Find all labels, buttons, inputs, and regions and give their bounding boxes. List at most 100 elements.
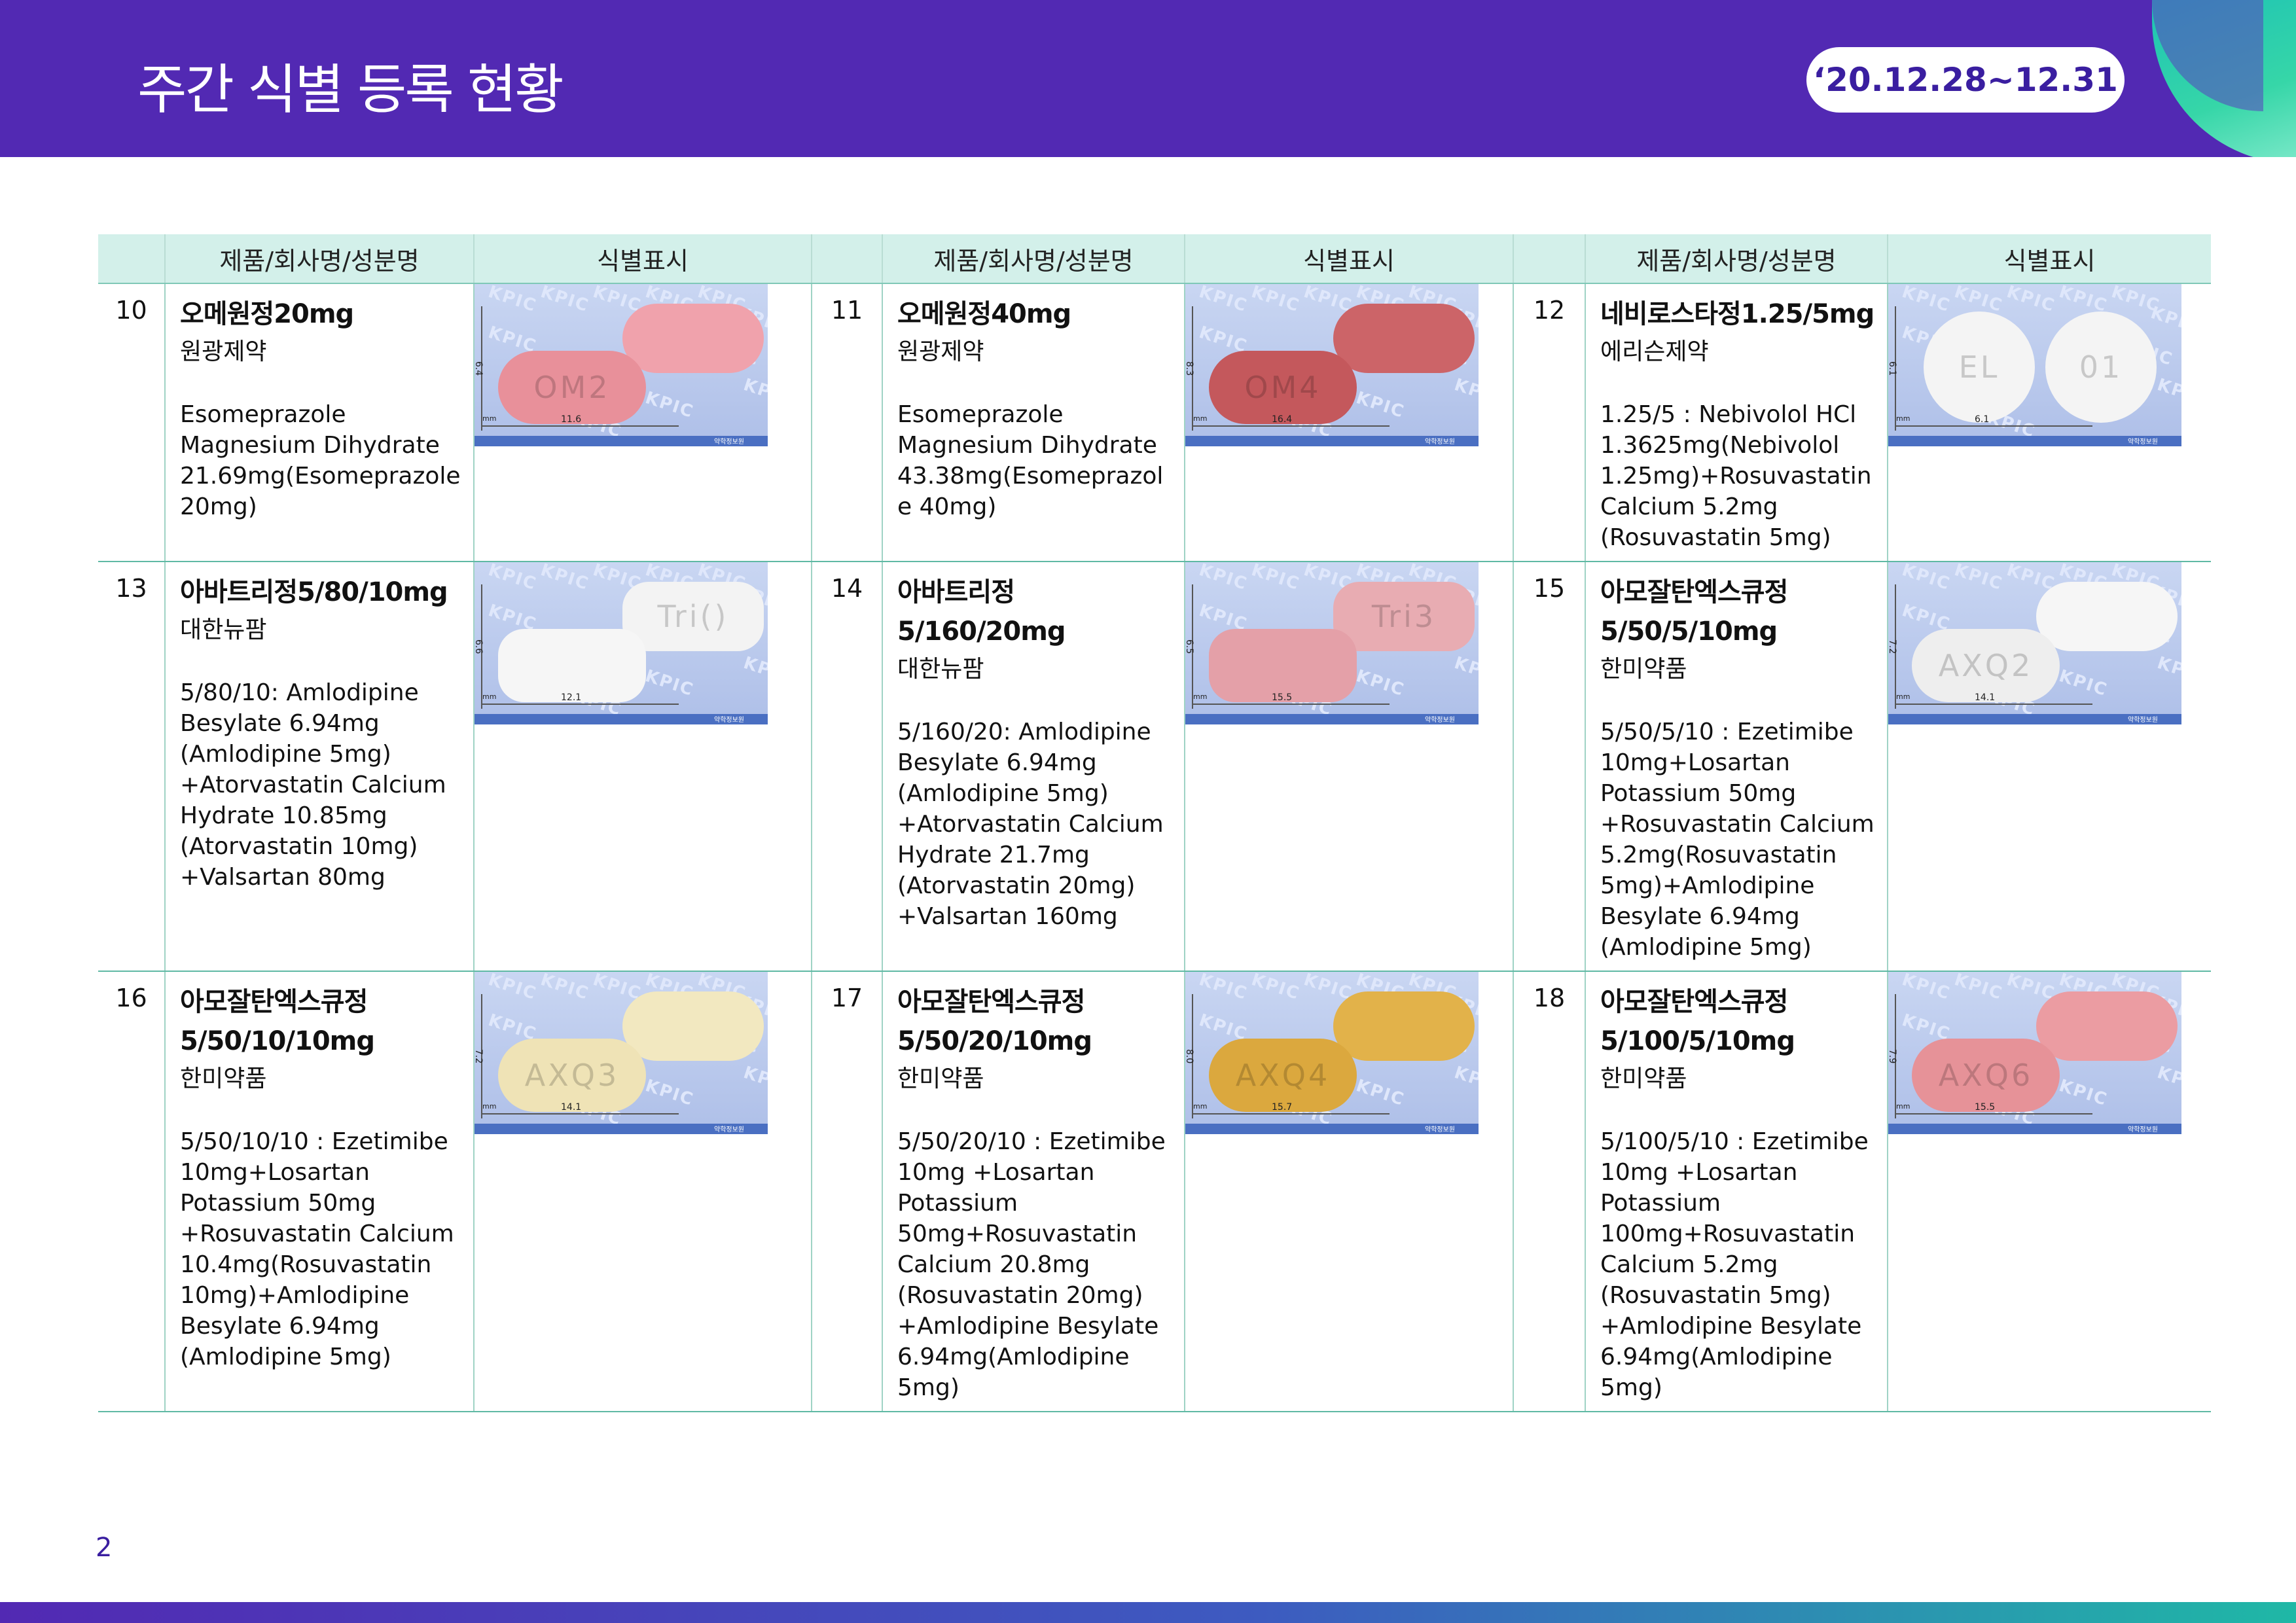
watermark: KPIC xyxy=(538,284,592,317)
pill-photo: KPICKPICKPICKPICKPICKPICKPICKPICKPICKPIC… xyxy=(1185,284,1479,446)
photo-footer-bar: 약학정보원 xyxy=(475,714,768,724)
dimension-vertical: 8.0 xyxy=(1185,1049,1194,1064)
dimension-vertical: 6.4 xyxy=(475,361,484,376)
ingredient-text: Esomeprazole Magnesium Dihydrate 21.69mg… xyxy=(180,401,461,520)
header-product-2: 제품/회사명/성분명 xyxy=(882,234,1185,284)
watermark: KPIC xyxy=(741,652,768,688)
scale-line-horizontal xyxy=(482,704,679,705)
watermark: KPIC xyxy=(486,284,539,317)
company-name: 한미약품 xyxy=(1600,1065,1687,1092)
watermark: KPIC xyxy=(643,1075,696,1111)
dimension-vertical: 8.3 xyxy=(1185,361,1194,376)
ingredient-text: 5/50/5/10 : Ezetimibe 10mg+Losartan Pota… xyxy=(1600,719,1874,961)
photo-footer-bar: 약학정보원 xyxy=(1185,714,1479,724)
table-header-row: 제품/회사명/성분명 식별표시 제품/회사명/성분명 식별표시 제품/회사명/성… xyxy=(98,234,2211,284)
watermark: KPIC xyxy=(1899,562,1953,595)
unit-label: mm xyxy=(1896,1102,1910,1111)
entry-number: 10 xyxy=(98,283,165,562)
entry-info-cell: 아모잘탄엑스큐정 5/50/20/10mg 한미약품 5/50/20/10 : Ez… xyxy=(882,971,1185,1412)
header-product-1: 제품/회사명/성분명 xyxy=(164,234,474,284)
ingredient-text: 5/50/20/10 : Ezetimibe 10mg +Losartan Po… xyxy=(897,1128,1166,1401)
table-row: 10 오메원정20mg 원광제약 Esomeprazole Magnesium Dih… xyxy=(98,283,2211,562)
watermark: KPIC xyxy=(1196,972,1250,1005)
dimension-vertical: 6.6 xyxy=(475,639,484,654)
entry-number: 11 xyxy=(811,283,882,562)
watermark: KPIC xyxy=(486,562,539,595)
ingredient-text: 5/160/20: Amlodipine Besylate 6.94mg (Am… xyxy=(897,719,1164,930)
watermark: KPIC xyxy=(643,387,696,423)
entry-info-cell: 아모잘탄엑스큐정 5/100/5/10mg 한미약품 5/100/5/10 : Ez… xyxy=(1585,971,1888,1412)
photo-footer-bar: 약학정보원 xyxy=(1185,436,1479,446)
entry-number: 13 xyxy=(98,562,165,972)
entry-info: 아모잘탄엑스큐정 5/100/5/10mg 한미약품 5/100/5/10 : Ez… xyxy=(1586,972,1887,1411)
pill-front: OM2 xyxy=(498,351,646,424)
entry-info-cell: 오메원정40mg 원광제약 Esomeprazole Magnesium Dihyd… xyxy=(882,283,1185,562)
dimension-horizontal: 16.4 xyxy=(1272,414,1293,425)
header-identification-2: 식별표시 xyxy=(1184,234,1513,284)
dimension-horizontal: 6.1 xyxy=(1975,414,1990,425)
watermark: KPIC xyxy=(486,972,539,1005)
dimension-horizontal: 14.1 xyxy=(561,1102,582,1113)
scale-line-horizontal xyxy=(1896,704,2092,705)
entry-number: 17 xyxy=(811,971,882,1412)
header-number-3 xyxy=(1513,234,1585,284)
company-name: 대한뉴팜 xyxy=(180,616,267,643)
table-body: 10 오메원정20mg 원광제약 Esomeprazole Magnesium Dih… xyxy=(98,283,2211,1412)
watermark: KPIC xyxy=(2004,284,2058,317)
watermark: KPIC xyxy=(1952,562,2005,595)
watermark: KPIC xyxy=(2155,652,2181,688)
unit-label: mm xyxy=(1896,414,1910,423)
company-name: 원광제약 xyxy=(897,338,984,365)
product-name: 아모잘탄엑스큐정 5/50/20/10mg xyxy=(897,987,1092,1056)
watermark: KPIC xyxy=(741,1062,768,1097)
watermark: KPIC xyxy=(1354,666,1407,701)
photo-footer-text: 약학정보원 xyxy=(2128,1126,2158,1133)
dimension-horizontal: 11.6 xyxy=(561,414,582,425)
pill-front xyxy=(498,629,646,702)
header-product-3: 제품/회사명/성분명 xyxy=(1585,234,1888,284)
identification-cell: KPICKPICKPICKPICKPICKPICKPICKPICKPICKPIC… xyxy=(1887,562,2211,972)
table-row: 16 아모잘탄엑스큐정 5/50/10/10mg 한미약품 5/50/10/10 : … xyxy=(98,971,2211,1412)
ingredient-text: 5/100/5/10 : Ezetimibe 10mg +Losartan Po… xyxy=(1600,1128,1869,1401)
entry-info: 네비로스타정1.25/5mg 에리슨제약 1.25/5 : Nebivolol HC… xyxy=(1586,284,1887,561)
entry-number: 14 xyxy=(811,562,882,972)
scale-line-horizontal xyxy=(1896,425,2092,427)
product-name: 아모잘탄엑스큐정 5/50/5/10mg xyxy=(1600,577,1788,647)
entry-info: 오메원정40mg 원광제약 Esomeprazole Magnesium Dihyd… xyxy=(883,284,1184,530)
watermark: KPIC xyxy=(2056,666,2110,701)
watermark: KPIC xyxy=(2155,374,2181,410)
table-row: 13 아바트리정5/80/10mg 대한뉴팜 5/80/10: Amlodipine … xyxy=(98,562,2211,972)
photo-footer-text: 약학정보원 xyxy=(714,717,744,724)
identification-cell: KPICKPICKPICKPICKPICKPICKPICKPICKPICKPIC… xyxy=(1184,562,1513,972)
pill-photo: KPICKPICKPICKPICKPICKPICKPICKPICKPICKPIC… xyxy=(475,972,768,1134)
identification-cell: KPICKPICKPICKPICKPICKPICKPICKPICKPICKPIC… xyxy=(1887,971,2211,1412)
date-range-badge: ‘20.12.28~12.31 xyxy=(1806,47,2125,113)
pill-back xyxy=(622,991,764,1061)
entry-info-cell: 아바트리정5/80/10mg 대한뉴팜 5/80/10: Amlodipine Be… xyxy=(164,562,474,972)
pill-back: 01 xyxy=(2045,312,2157,423)
header-identification-3: 식별표시 xyxy=(1887,234,2211,284)
entry-info-cell: 아모잘탄엑스큐정 5/50/10/10mg 한미약품 5/50/10/10 : Ez… xyxy=(164,971,474,1412)
scale-line-horizontal xyxy=(482,425,679,427)
pill-photo: KPICKPICKPICKPICKPICKPICKPICKPICKPICKPIC… xyxy=(475,284,768,446)
company-name: 한미약품 xyxy=(1600,656,1687,683)
pill-back: Tri() xyxy=(622,582,764,651)
identification-cell: KPICKPICKPICKPICKPICKPICKPICKPICKPICKPIC… xyxy=(473,283,812,562)
product-name: 아모잘탄엑스큐정 5/50/10/10mg xyxy=(180,987,375,1056)
dimension-horizontal: 14.1 xyxy=(1975,692,1996,703)
watermark: KPIC xyxy=(1249,562,1302,595)
entry-info-cell: 네비로스타정1.25/5mg 에리슨제약 1.25/5 : Nebivolol HC… xyxy=(1585,283,1888,562)
entry-info: 아모잘탄엑스큐정 5/50/5/10mg 한미약품 5/50/5/10 : Ezet… xyxy=(1586,562,1887,971)
company-name: 대한뉴팜 xyxy=(897,656,984,683)
watermark: KPIC xyxy=(538,972,592,1005)
dimension-horizontal: 12.1 xyxy=(561,692,582,703)
dimension-vertical: 7.2 xyxy=(475,1049,484,1064)
scale-line-horizontal xyxy=(482,1113,679,1115)
dimension-vertical: 7.9 xyxy=(1888,1049,1897,1064)
entry-info-cell: 아바트리정 5/160/20mg 대한뉴팜 5/160/20: Amlodipine… xyxy=(882,562,1185,972)
header-number-1 xyxy=(98,234,165,284)
unit-label: mm xyxy=(482,1102,497,1111)
pill-front: OM4 xyxy=(1209,351,1357,424)
watermark: KPIC xyxy=(643,666,696,701)
pill-photo: KPICKPICKPICKPICKPICKPICKPICKPICKPICKPIC… xyxy=(475,562,768,724)
